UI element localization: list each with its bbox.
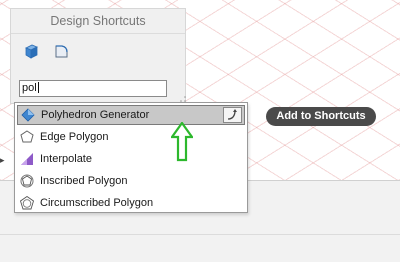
list-item-label: Inscribed Polygon bbox=[40, 175, 128, 187]
search-results-dropdown: Polyhedron Generator Edge Polygon Interp… bbox=[14, 102, 248, 213]
pin-to-shortcuts-icon bbox=[227, 109, 237, 120]
circumscribed-polygon-icon bbox=[20, 196, 34, 210]
panel-title: Design Shortcuts bbox=[11, 9, 185, 34]
surface-patch-icon[interactable] bbox=[53, 43, 69, 59]
list-item-circumscribed-polygon[interactable]: Circumscribed Polygon bbox=[17, 193, 245, 213]
list-item-label: Edge Polygon bbox=[40, 131, 109, 143]
list-item-edge-polygon[interactable]: Edge Polygon bbox=[17, 127, 245, 147]
green-up-arrow-icon bbox=[171, 122, 193, 162]
text-caret bbox=[37, 82, 39, 93]
pin-to-shortcuts-button[interactable] bbox=[223, 107, 242, 123]
inscribed-polygon-icon bbox=[20, 174, 34, 188]
add-to-shortcuts-button[interactable]: Add to Shortcuts bbox=[266, 107, 376, 126]
list-item-polyhedron-generator[interactable]: Polyhedron Generator bbox=[17, 105, 245, 125]
list-item-interpolate[interactable]: Interpolate bbox=[17, 149, 245, 169]
solid-cube-icon[interactable] bbox=[23, 43, 39, 59]
polyhedron-icon bbox=[21, 108, 35, 122]
divider bbox=[0, 234, 400, 235]
list-item-label: Interpolate bbox=[40, 153, 92, 165]
list-item-label: Polyhedron Generator bbox=[41, 109, 150, 121]
search-input-value: pol bbox=[22, 82, 37, 94]
list-item-inscribed-polygon[interactable]: Inscribed Polygon bbox=[17, 171, 245, 191]
interpolate-icon bbox=[21, 153, 33, 165]
edge-polygon-icon bbox=[20, 130, 34, 143]
list-item-label: Circumscribed Polygon bbox=[40, 197, 154, 209]
chevron-right-icon[interactable]: ▸ bbox=[0, 155, 5, 166]
search-input[interactable]: pol bbox=[19, 80, 167, 97]
